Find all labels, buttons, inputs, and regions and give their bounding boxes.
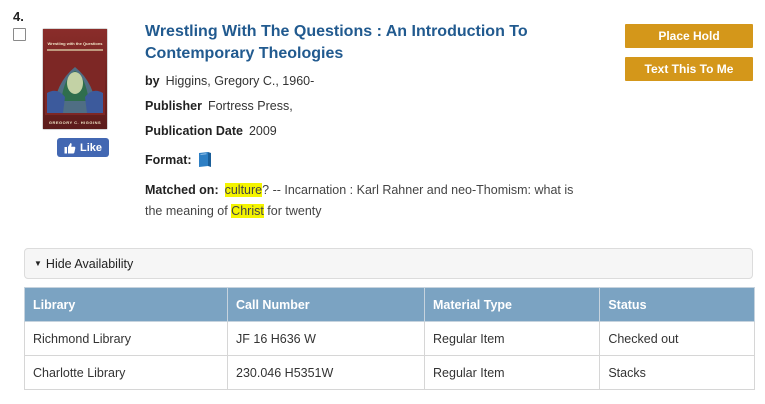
cover-author: GREGORY C. HIGGINS (48, 120, 102, 125)
result-title-link[interactable]: Wrestling With The Questions : An Introd… (145, 21, 575, 65)
caret-down-icon: ▼ (34, 259, 42, 268)
author-row: by Higgins, Gregory C., 1960- (145, 74, 314, 88)
book-icon (198, 152, 211, 167)
like-label: Like (79, 141, 102, 154)
status-cell: Stacks (599, 355, 755, 390)
publication-date-label: Publication Date (145, 124, 243, 138)
column-header-status: Status (599, 287, 755, 322)
publisher-label: Publisher (145, 99, 202, 113)
text-this-to-me-button[interactable]: Text This To Me (625, 57, 753, 81)
highlight-culture: culture (224, 183, 263, 197)
availability-table: Library Call Number Material Type Status… (23, 287, 755, 390)
hide-availability-toggle[interactable]: ▼ Hide Availability (24, 248, 753, 279)
column-header-library: Library (23, 287, 229, 322)
like-button[interactable]: Like (57, 138, 109, 157)
library-cell: Charlotte Library (23, 355, 229, 390)
result-number: 4. (13, 9, 24, 24)
cover-title: Wrestling with the Questions (47, 41, 103, 46)
place-hold-button[interactable]: Place Hold (625, 24, 753, 48)
thumbs-up-icon (64, 142, 76, 153)
publication-date-row: Publication Date 2009 (145, 124, 277, 138)
format-label: Format: (145, 152, 192, 167)
call-number-cell: 230.046 H5351W (227, 355, 426, 390)
table-header-row: Library Call Number Material Type Status (23, 287, 755, 322)
format-row: Format: (145, 151, 212, 168)
hide-availability-label: Hide Availability (45, 256, 134, 271)
table-row: Charlotte Library 230.046 H5351W Regular… (23, 355, 755, 390)
book-cover[interactable]: Wrestling with the Questions GREGORY C. … (43, 29, 107, 129)
cover-rule (47, 49, 103, 51)
status-cell: Checked out (599, 321, 755, 356)
library-cell: Richmond Library (23, 321, 229, 356)
table-row: Richmond Library JF 16 H636 W Regular It… (23, 321, 755, 356)
column-header-material-type: Material Type (424, 287, 601, 322)
author-label: by (145, 74, 160, 88)
highlight-christ: Christ (231, 204, 264, 218)
select-checkbox[interactable] (13, 28, 26, 41)
column-header-call-number: Call Number (227, 287, 426, 322)
matched-text-2: for twenty (263, 204, 322, 218)
publisher-value: Fortress Press, (207, 99, 293, 113)
author-value[interactable]: Higgins, Gregory C., 1960- (166, 74, 315, 88)
call-number-cell: JF 16 H636 W (227, 321, 426, 356)
publisher-row: Publisher Fortress Press, (145, 99, 293, 113)
matched-on: Matched on: culture? -- Incarnation : Kar… (145, 180, 585, 222)
material-type-cell: Regular Item (424, 321, 601, 356)
publication-date-value: 2009 (248, 124, 277, 138)
cover-art (45, 53, 105, 115)
material-type-cell: Regular Item (424, 355, 601, 390)
matched-on-label: Matched on: (145, 183, 219, 197)
